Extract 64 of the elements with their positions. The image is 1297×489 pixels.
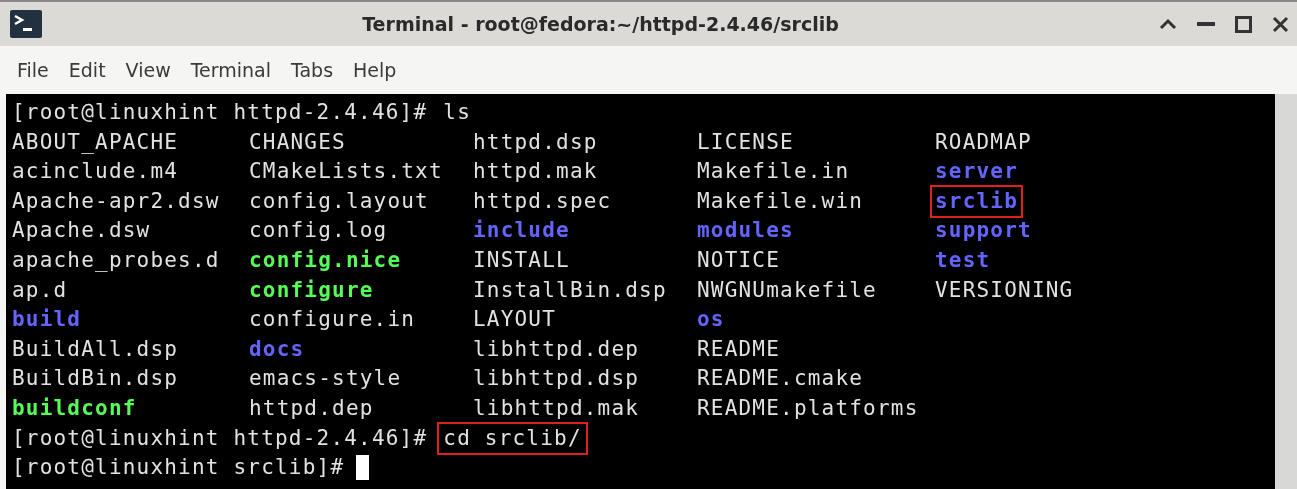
file-name: ROADMAP: [934, 128, 1033, 156]
file-name: httpd.dsp: [472, 128, 599, 156]
command-text: cd srclib/: [439, 423, 586, 454]
file-name: libhttpd.mak: [472, 394, 641, 422]
file-name: NWGNUmakefile: [696, 276, 878, 304]
file-name: BuildAll.dsp: [11, 335, 180, 363]
file-name: Makefile.in: [696, 158, 851, 186]
shell-prompt: [root@linuxhint httpd-2.4.46]#: [12, 99, 428, 126]
file-name: docs: [248, 335, 306, 363]
file-name: BuildBin.dsp: [11, 365, 180, 393]
file-name: buildconf: [11, 394, 138, 422]
minimize-icon[interactable]: [1197, 21, 1215, 27]
file-name: os: [696, 306, 726, 334]
file-name: httpd.spec: [472, 187, 613, 215]
file-name: LICENSE: [696, 128, 795, 156]
file-name: README.cmake: [696, 365, 865, 393]
command-text: ls: [442, 99, 472, 126]
file-name: CMakeLists.txt: [248, 158, 444, 186]
file-name: srclib: [932, 186, 1022, 217]
file-name: Apache.dsw: [11, 217, 152, 245]
file-name: config.log: [248, 217, 389, 245]
file-name: server: [934, 158, 1020, 186]
shade-icon[interactable]: [1159, 18, 1177, 30]
file-name: config.nice: [248, 246, 403, 274]
file-name: libhttpd.dsp: [472, 365, 641, 393]
file-name: test: [934, 246, 992, 274]
menu-item[interactable]: Edit: [61, 55, 113, 85]
file-name: README.platforms: [696, 394, 920, 422]
file-name: libhttpd.dep: [472, 335, 641, 363]
file-name: emacs-style: [248, 365, 403, 393]
file-name: httpd.mak: [472, 158, 599, 186]
file-name: CHANGES: [248, 128, 347, 156]
file-name: apache_probes.d: [11, 246, 221, 274]
scrollbar[interactable]: [1275, 94, 1297, 489]
close-icon[interactable]: [1272, 15, 1289, 33]
file-name: configure.in: [248, 306, 417, 334]
terminal-app-icon: [10, 10, 42, 38]
file-name: InstallBin.dsp: [472, 276, 668, 304]
maximize-icon[interactable]: [1235, 15, 1252, 33]
file-name: modules: [696, 217, 795, 245]
file-name: ap.d: [11, 276, 69, 304]
menu-item[interactable]: File: [10, 55, 56, 85]
file-name: LAYOUT: [472, 306, 558, 334]
file-name: INSTALL: [472, 246, 571, 274]
file-name: config.layout: [248, 187, 430, 215]
window-title: Terminal - root@fedora:~/httpd-2.4.46/srclib: [361, 13, 840, 35]
file-name: support: [934, 217, 1033, 245]
file-name: acinclude.m4: [11, 158, 180, 186]
shell-prompt: [root@linuxhint httpd-2.4.46]#: [12, 424, 428, 452]
file-name: Makefile.win: [696, 187, 865, 215]
menu-item[interactable]: Tabs: [284, 55, 341, 85]
menu-item[interactable]: Help: [346, 55, 404, 85]
file-name: ABOUT_APACHE: [11, 128, 180, 156]
file-name: NOTICE: [696, 246, 782, 274]
menu-item[interactable]: View: [118, 55, 178, 85]
file-name: VERSIONING: [934, 276, 1075, 304]
file-name: README: [696, 335, 782, 363]
file-name: include: [472, 217, 571, 245]
file-name: httpd.dep: [248, 394, 375, 422]
file-name: build: [11, 306, 83, 334]
file-name: Apache-apr2.dsw: [11, 187, 221, 215]
file-name: configure: [248, 276, 375, 304]
menu-item[interactable]: Terminal: [183, 55, 278, 85]
shell-prompt: [root@linuxhint srclib]#: [12, 454, 345, 482]
